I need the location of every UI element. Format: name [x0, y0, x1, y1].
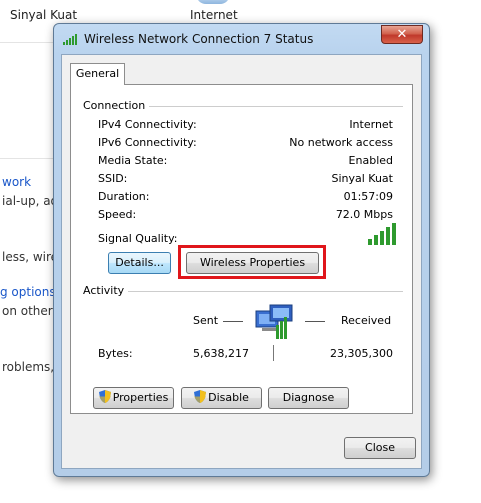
sent-line [223, 321, 243, 322]
tab-general[interactable]: General [70, 63, 125, 85]
background-text: on other [2, 304, 53, 318]
connection-divider [129, 106, 403, 107]
media-state-value: Enabled [348, 154, 393, 167]
bytes-sent-value: 5,638,217 [193, 347, 249, 360]
wireless-properties-button[interactable]: Wireless Properties [186, 252, 319, 274]
network-computers-icon [255, 304, 293, 339]
properties-button[interactable]: Properties [93, 387, 174, 409]
activity-divider [117, 291, 403, 292]
background-link[interactable]: work [2, 175, 31, 189]
background-text: ial-up, ad [2, 194, 59, 208]
ssid-value: Sinyal Kuat [331, 172, 393, 185]
connection-section-label: Connection [83, 99, 150, 112]
details-button[interactable]: Details... [108, 252, 171, 274]
close-icon: ✕ [396, 27, 408, 42]
close-window-button[interactable]: ✕ [381, 25, 423, 44]
activity-separator [273, 345, 274, 361]
general-tab-panel: Connection IPv4 Connectivity: Internet I… [70, 84, 413, 414]
close-button[interactable]: Close [344, 437, 416, 459]
title-bar[interactable]: Wireless Network Connection 7 Status ✕ [54, 24, 429, 54]
signal-strength-icon [368, 223, 396, 245]
received-line [305, 321, 325, 322]
disable-label: Disable [208, 391, 249, 404]
duration-label: Duration: [98, 190, 150, 203]
speed-value: 72.0 Mbps [335, 208, 393, 221]
ipv6-value: No network access [289, 136, 393, 149]
window-title: Wireless Network Connection 7 Status [84, 32, 314, 46]
duration-value: 01:57:09 [343, 190, 393, 203]
background-internet-label: Internet [190, 8, 238, 22]
sent-label: Sent [193, 314, 223, 327]
received-label: Received [341, 314, 396, 327]
disable-button[interactable]: Disable [181, 387, 262, 409]
signal-quality-label: Signal Quality: [98, 232, 178, 245]
bytes-received-value: 23,305,300 [330, 347, 393, 360]
speed-label: Speed: [98, 208, 137, 221]
background-divider [0, 42, 56, 43]
uac-shield-icon [98, 390, 111, 403]
ipv4-value: Internet [349, 118, 393, 131]
ipv6-label: IPv6 Connectivity: [98, 136, 197, 149]
background-network-label: Sinyal Kuat [10, 8, 78, 22]
wireless-signal-icon [63, 34, 77, 45]
bytes-label: Bytes: [98, 347, 133, 360]
activity-section-label: Activity [83, 284, 129, 297]
status-dialog: Wireless Network Connection 7 Status ✕ G… [53, 23, 430, 477]
uac-shield-icon [194, 390, 207, 403]
globe-icon [196, 0, 230, 4]
ipv4-label: IPv4 Connectivity: [98, 118, 197, 131]
background-divider [0, 158, 56, 159]
media-state-label: Media State: [98, 154, 168, 167]
diagnose-button[interactable]: Diagnose [268, 387, 349, 409]
ssid-label: SSID: [98, 172, 128, 185]
background-link[interactable]: g options [0, 285, 56, 299]
dialog-body: General Connection IPv4 Connectivity: In… [61, 54, 422, 469]
properties-label: Properties [112, 391, 169, 404]
